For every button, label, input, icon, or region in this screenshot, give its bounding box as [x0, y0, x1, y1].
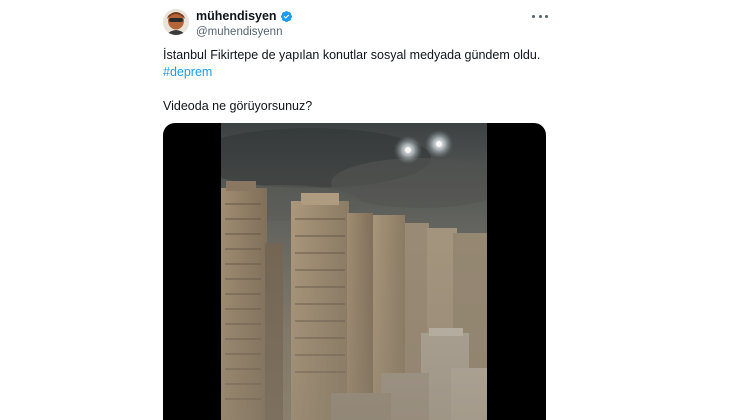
verified-badge-icon [280, 10, 293, 23]
tweet-header: mühendisyen @muhendisyenn [196, 9, 293, 39]
video-thumbnail [221, 123, 487, 420]
video-player[interactable] [163, 123, 546, 420]
hashtag-link[interactable]: #deprem [163, 65, 212, 79]
display-name[interactable]: mühendisyen [196, 9, 277, 24]
tweet-text: İstanbul Fikirtepe de yapılan konutlar s… [163, 47, 563, 115]
more-options-icon[interactable] [532, 9, 548, 23]
handle[interactable]: @muhendisyenn [196, 25, 293, 39]
tweet-text-line1: İstanbul Fikirtepe de yapılan konutlar s… [163, 48, 541, 62]
name-row: mühendisyen [196, 9, 293, 24]
tweet: mühendisyen @muhendisyenn İstanbul Fikir… [0, 0, 730, 420]
avatar[interactable] [163, 9, 189, 35]
tweet-text-line2: Videoda ne görüyorsunuz? [163, 99, 313, 113]
avatar-icon [163, 9, 189, 35]
